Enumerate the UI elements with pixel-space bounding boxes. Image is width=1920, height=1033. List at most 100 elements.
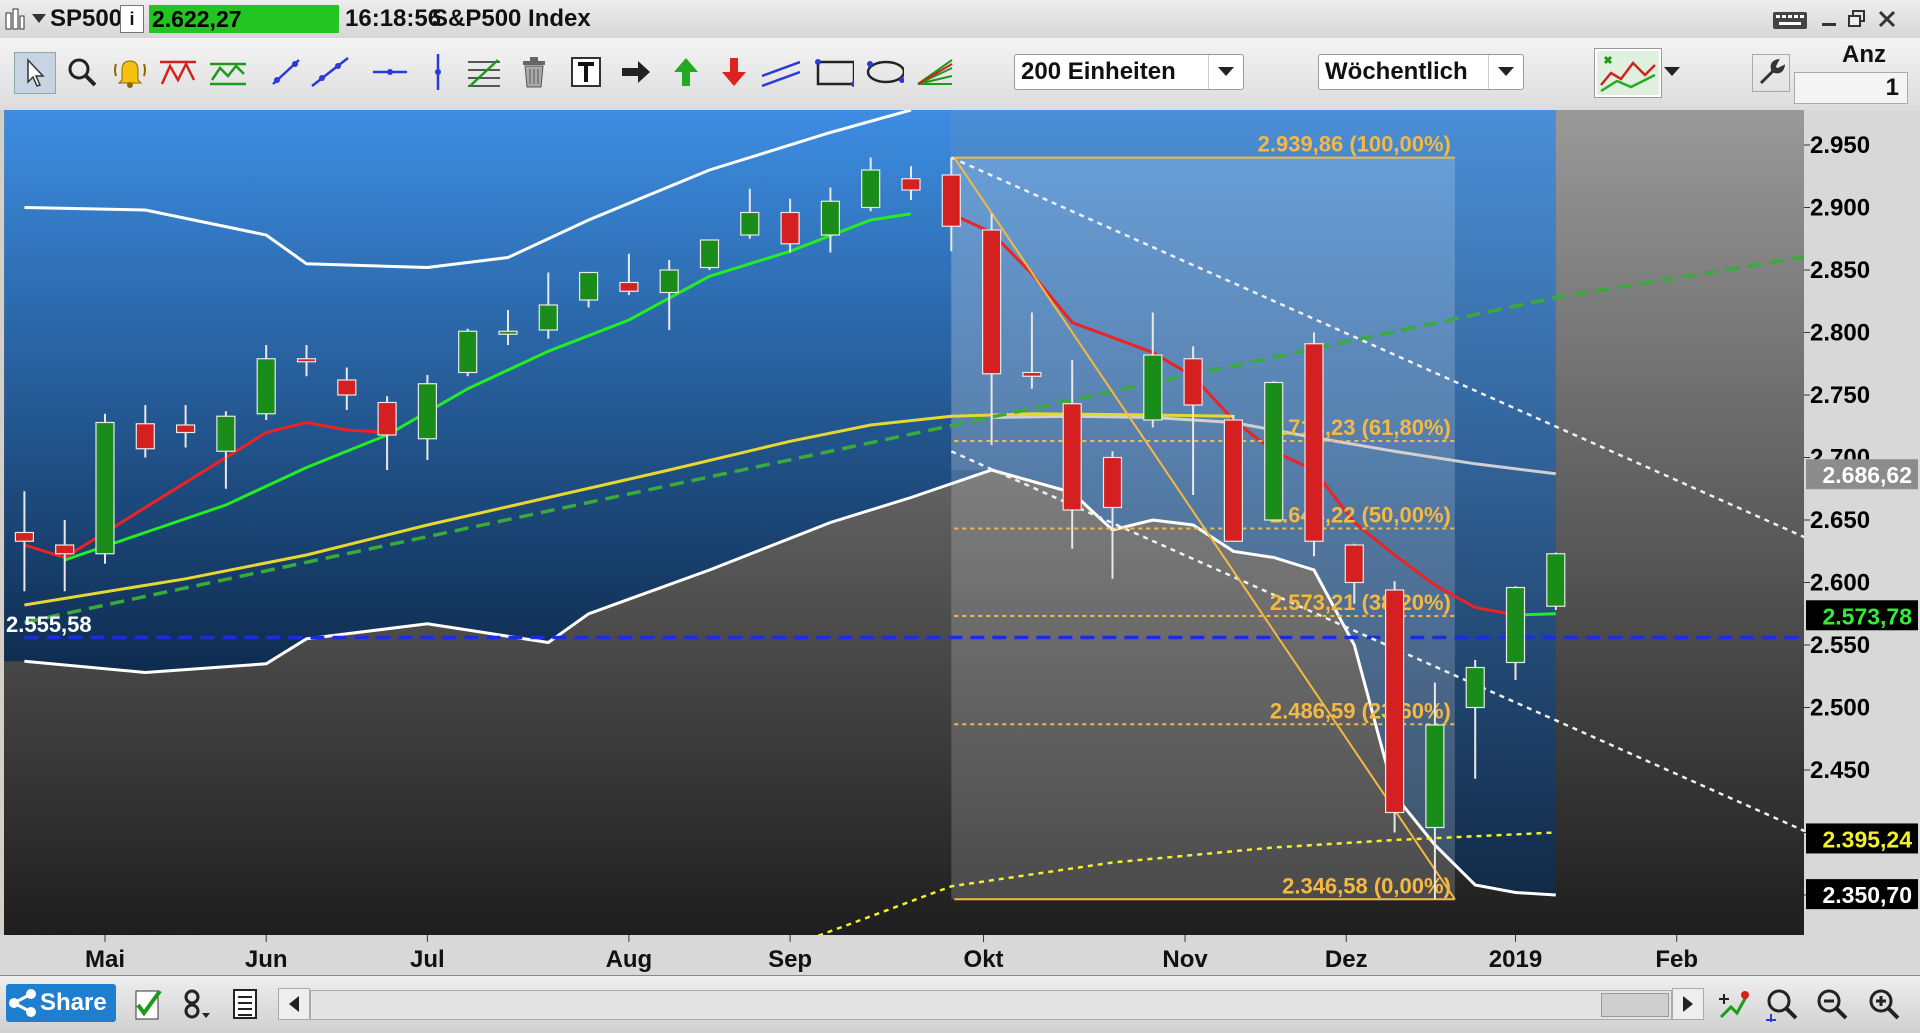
scroll-right-icon[interactable] (1672, 988, 1704, 1020)
price-change-badge: 2.622,27 (+0,46%) (149, 5, 339, 60)
price-tag-label: 2.350,70 (1822, 882, 1912, 908)
horizontal-scrollbar[interactable] (310, 990, 1672, 1020)
pattern-red-icon[interactable] (158, 52, 198, 92)
candle-body (256, 358, 276, 415)
candle-body (1183, 358, 1203, 406)
arrow-up-green-icon[interactable] (666, 52, 706, 92)
candle-body (1143, 354, 1163, 421)
y-tick-label: 2.900 (1810, 195, 1870, 222)
candle-body (1223, 419, 1244, 542)
wrench-icon[interactable] (1752, 54, 1790, 92)
anz-label: Anz (1842, 41, 1886, 68)
candle-body (1304, 343, 1324, 542)
x-tick-label: 2019 (1489, 946, 1542, 973)
chevron-down-icon (1208, 55, 1243, 89)
share-label: Share (40, 989, 107, 1016)
info-icon[interactable]: i (120, 5, 144, 33)
checklist-icon[interactable] (128, 984, 168, 1024)
bottom-bar: Share (0, 975, 1920, 1033)
fan-icon[interactable] (914, 52, 954, 92)
candle-body (1465, 666, 1485, 709)
pattern-green-icon[interactable] (208, 52, 248, 92)
x-tick-label: Feb (1655, 946, 1698, 973)
credits-text: © ProRealTime.com Daten sind Realtime (6, 924, 207, 936)
symbol-label[interactable]: SP500 (50, 4, 122, 34)
price-chart[interactable]: 2.939,86 (100,00%) 2.713,23 (61,80%) 2.643… (0, 110, 1920, 976)
candle-body (55, 544, 75, 555)
rectangle-icon[interactable] (814, 52, 854, 92)
ellipse-icon[interactable] (864, 52, 904, 92)
candle-body (699, 239, 720, 269)
alarm-bell-icon[interactable] (110, 52, 150, 92)
channel-icon[interactable] (760, 52, 800, 92)
zoom-in-icon[interactable] (1864, 984, 1904, 1024)
scroll-left-icon[interactable] (278, 988, 310, 1020)
candle-body (377, 401, 397, 436)
candle-body (1022, 371, 1042, 377)
text-icon[interactable] (566, 52, 606, 92)
candle-body (780, 211, 800, 245)
units-select[interactable]: 200 Einheiten (1014, 54, 1244, 90)
y-tick-label: 2.600 (1810, 570, 1870, 597)
x-tick-label: Jul (410, 946, 445, 973)
candle-body (1505, 586, 1526, 664)
y-tick-label: 2.750 (1810, 382, 1870, 409)
trend-line-icon[interactable] (310, 52, 350, 92)
horizontal-line-icon[interactable] (370, 52, 410, 92)
indicators-icon[interactable] (1594, 48, 1662, 98)
arrow-right-icon[interactable] (616, 52, 656, 92)
anz-input[interactable]: 1 (1794, 72, 1908, 104)
pointer-icon[interactable] (14, 52, 56, 94)
symbol-menu-chevron-icon[interactable] (30, 10, 48, 28)
chevron-down-icon (1488, 55, 1523, 89)
candle-body (619, 281, 639, 292)
share-button[interactable]: Share (6, 984, 116, 1022)
line-tool-icon[interactable] (266, 52, 306, 92)
price-tag-label: 2.395,24 (1822, 826, 1912, 852)
scrollbar-thumb[interactable] (1601, 993, 1669, 1017)
candle-body (1102, 456, 1123, 509)
candle-body (337, 379, 357, 396)
list-icon[interactable] (226, 984, 266, 1024)
vertical-line-icon[interactable] (418, 52, 458, 92)
candle-body (941, 174, 961, 227)
candle-body (216, 415, 236, 452)
fibonacci-icon[interactable] (464, 52, 504, 92)
candle-body (498, 330, 518, 335)
restore-icon[interactable] (1844, 6, 1870, 32)
zoom-icon[interactable] (62, 52, 102, 92)
keyboard-icon[interactable] (1770, 6, 1810, 34)
candle-body (14, 531, 34, 542)
fibonacci-label: 2.573,21 (38,20%) (1270, 590, 1451, 615)
candle-body (659, 269, 679, 294)
indicators-menu-chevron-icon[interactable] (1660, 56, 1684, 88)
candle-body (1264, 381, 1284, 521)
y-tick-label: 2.550 (1810, 632, 1870, 659)
candle-body (578, 271, 599, 301)
trash-icon[interactable] (514, 52, 554, 92)
candle-body (458, 330, 478, 374)
close-icon[interactable] (1874, 6, 1900, 32)
candle-body (901, 178, 921, 191)
link-icon[interactable] (176, 984, 216, 1024)
zoom-fit-icon[interactable] (1762, 984, 1802, 1024)
chart-tools-icon[interactable] (1714, 984, 1754, 1024)
candle-body (538, 304, 558, 331)
fibonacci-label: 2.939,86 (100,00%) (1258, 132, 1451, 157)
time-label: 16:18:56 (345, 5, 442, 32)
arrow-down-red-icon[interactable] (714, 52, 754, 92)
candle-body (740, 211, 760, 236)
hline-label: 2.555,58 (6, 612, 92, 637)
x-axis-panel (0, 935, 1920, 976)
candle-body (861, 169, 881, 209)
candle-body (1384, 589, 1405, 814)
zoom-out-icon[interactable] (1812, 984, 1852, 1024)
price-tag-label: 2.686,62 (1822, 462, 1912, 488)
period-select[interactable]: Wöchentlich (1318, 54, 1524, 90)
candle-body (95, 421, 115, 555)
candle-body (135, 423, 155, 450)
candle-body (1546, 553, 1566, 607)
minimize-icon[interactable] (1816, 6, 1842, 32)
units-select-value: 200 Einheiten (1021, 58, 1176, 85)
share-icon (9, 989, 36, 1017)
